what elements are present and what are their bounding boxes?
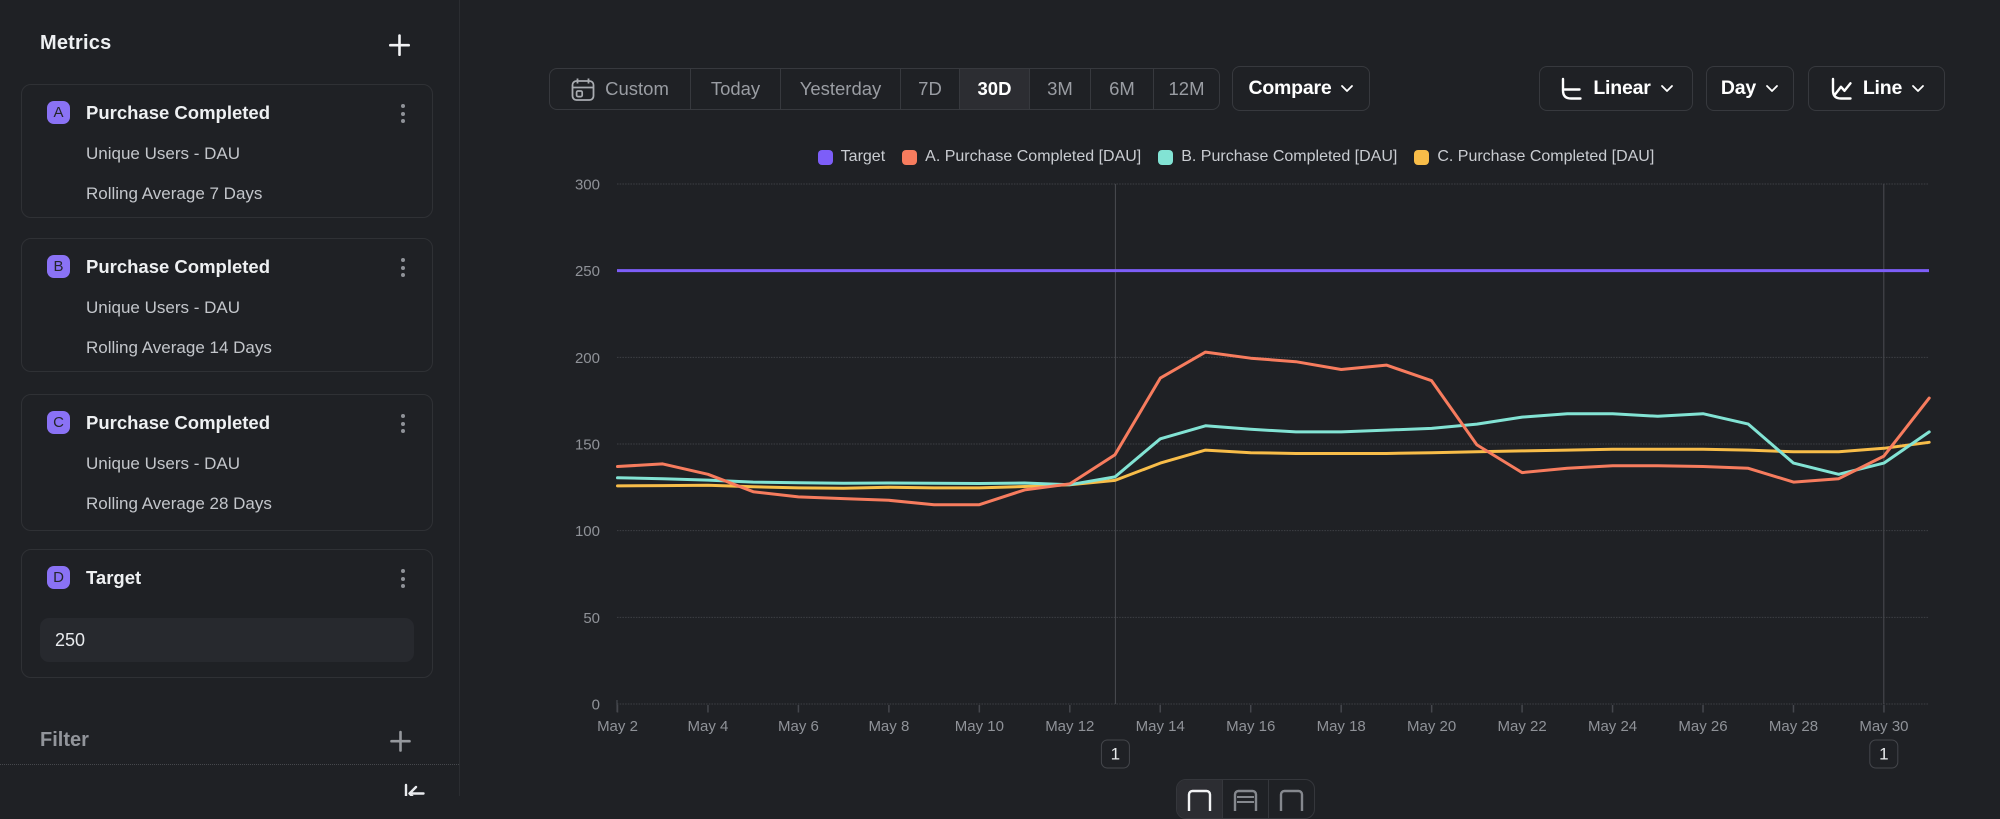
svg-text:May 20: May 20 (1407, 718, 1456, 735)
svg-text:100: 100 (575, 523, 600, 540)
svg-text:250: 250 (575, 263, 600, 280)
svg-text:0: 0 (592, 697, 600, 714)
svg-text:May 14: May 14 (1136, 718, 1185, 735)
svg-text:May 6: May 6 (778, 718, 819, 735)
svg-text:May 24: May 24 (1588, 718, 1637, 735)
svg-text:May 30: May 30 (1859, 718, 1908, 735)
svg-text:May 4: May 4 (688, 718, 729, 735)
svg-text:1: 1 (1111, 745, 1120, 764)
svg-text:May 18: May 18 (1317, 718, 1366, 735)
svg-text:May 16: May 16 (1226, 718, 1275, 735)
svg-text:200: 200 (575, 350, 600, 367)
svg-text:May 26: May 26 (1678, 718, 1727, 735)
svg-text:300: 300 (575, 177, 600, 194)
svg-text:1: 1 (1879, 745, 1888, 764)
svg-text:150: 150 (575, 437, 600, 454)
svg-text:May 22: May 22 (1497, 718, 1546, 735)
svg-text:May 8: May 8 (868, 718, 909, 735)
svg-text:May 2: May 2 (597, 718, 638, 735)
svg-text:May 28: May 28 (1769, 718, 1818, 735)
svg-text:May 12: May 12 (1045, 718, 1094, 735)
svg-text:50: 50 (583, 610, 600, 627)
svg-text:May 10: May 10 (955, 718, 1004, 735)
